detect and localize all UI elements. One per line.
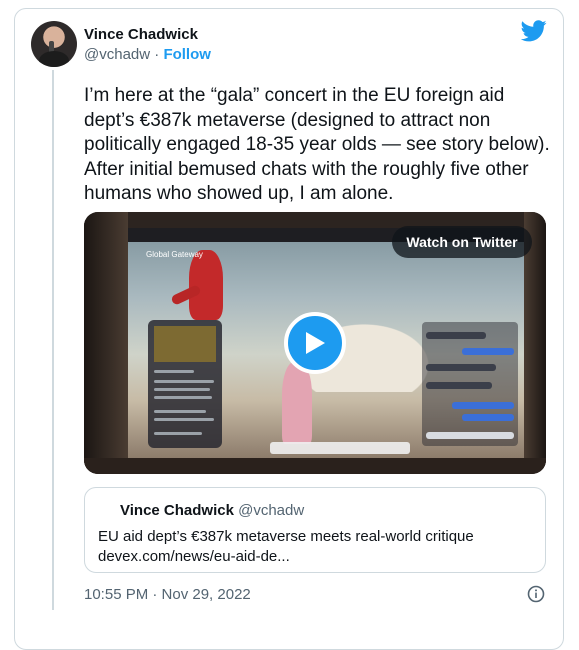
pink-avatar-figure [282, 362, 312, 444]
quote-author-handle: @vchadw [238, 502, 305, 519]
follow-button[interactable]: Follow [163, 46, 211, 63]
event-info-panel [148, 320, 222, 448]
metaverse-toolbar [270, 442, 410, 454]
avatar[interactable] [31, 21, 77, 67]
monitor-bezel-bottom [84, 458, 546, 474]
quote-author: Vince Chadwick @vchadw [120, 502, 304, 519]
quote-author-name: Vince Chadwick [120, 502, 234, 519]
author-handle[interactable]: @vchadw [84, 46, 150, 63]
monitor-frame-left [84, 212, 128, 474]
quote-title: EU aid dept’s €387k metaverse meets real… [98, 528, 474, 545]
chat-panel [422, 322, 518, 446]
quoted-tweet[interactable]: Vince Chadwick @vchadw EU aid dept’s €38… [84, 487, 546, 573]
quote-link[interactable]: devex.com/news/eu-aid-de... [98, 548, 290, 565]
thread-line [52, 70, 54, 610]
play-button[interactable] [284, 312, 346, 374]
info-icon[interactable] [527, 585, 545, 603]
separator: · [150, 46, 164, 63]
author-name[interactable]: Vince Chadwick [84, 26, 198, 43]
play-icon [306, 332, 325, 354]
global-gateway-logo: Global Gateway [146, 250, 203, 259]
twitter-bird-icon[interactable] [521, 20, 547, 42]
handle-row: @vchadw · Follow [84, 46, 211, 63]
watch-on-twitter-button[interactable]: Watch on Twitter [392, 226, 532, 258]
tweet-timestamp[interactable]: 10:55 PM · Nov 29, 2022 [84, 586, 251, 603]
tweet-text: I’m here at the “gala” concert in the EU… [84, 85, 550, 204]
red-statue-figure [189, 250, 223, 320]
